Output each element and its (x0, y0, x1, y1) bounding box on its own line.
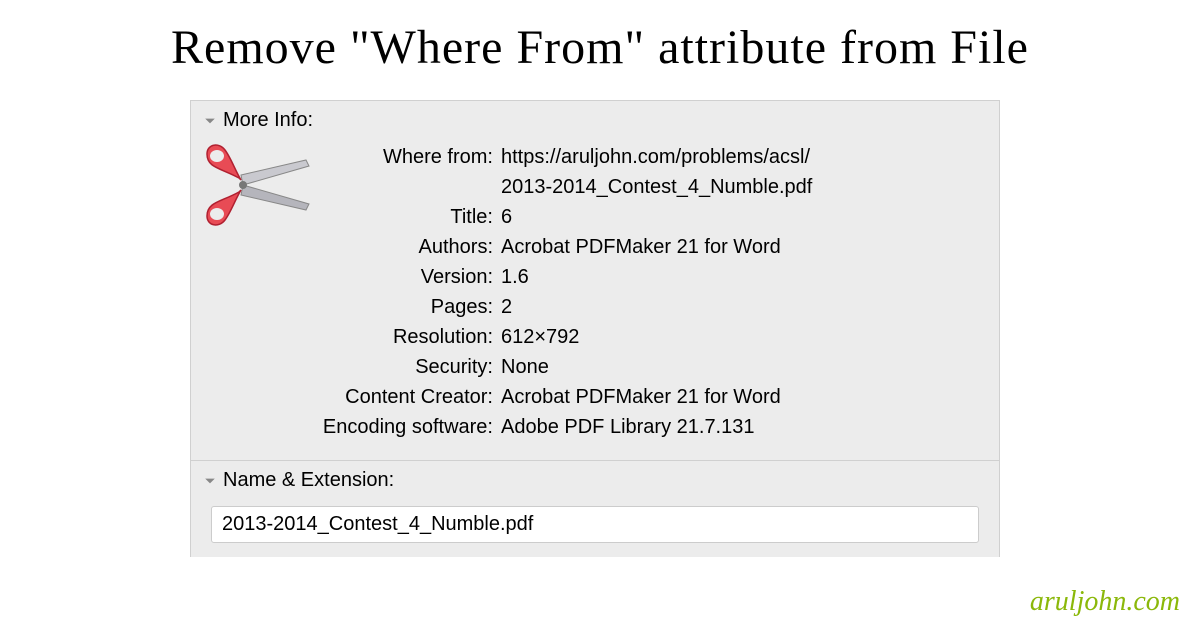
pages-value: 2 (501, 292, 979, 322)
info-row-authors: Authors: Acrobat PDFMaker 21 for Word (211, 232, 979, 262)
filename-input[interactable] (211, 506, 979, 543)
where-from-value-2: 2013-2014_Contest_4_Numble.pdf (501, 172, 979, 202)
content-creator-label: Content Creator: (211, 382, 501, 412)
encoding-software-label: Encoding software: (211, 412, 501, 442)
info-rows: Where from: https://aruljohn.com/problem… (191, 140, 999, 460)
more-info-label: More Info: (223, 109, 313, 132)
page-title: Remove "Where From" attribute from File (0, 0, 1200, 85)
info-row-version: Version: 1.6 (211, 262, 979, 292)
info-row-title: Title: 6 (211, 202, 979, 232)
scissors-icon (201, 140, 311, 240)
name-extension-label: Name & Extension: (223, 469, 394, 492)
content-creator-value: Acrobat PDFMaker 21 for Word (501, 382, 979, 412)
version-value: 1.6 (501, 262, 979, 292)
pages-label: Pages: (211, 292, 501, 322)
info-row-encoding-software: Encoding software: Adobe PDF Library 21.… (211, 412, 979, 442)
name-extension-header[interactable]: Name & Extension: (191, 461, 999, 500)
info-row-where-from-cont: 2013-2014_Contest_4_Numble.pdf (211, 172, 979, 202)
resolution-value: 612×792 (501, 322, 979, 352)
where-from-value-1: https://aruljohn.com/problems/acsl/ (501, 142, 979, 172)
title-value: 6 (501, 202, 979, 232)
watermark: aruljohn.com (1030, 586, 1180, 618)
info-row-pages: Pages: 2 (211, 292, 979, 322)
chevron-down-icon (203, 114, 217, 128)
resolution-label: Resolution: (211, 322, 501, 352)
more-info-header[interactable]: More Info: (191, 101, 999, 140)
security-label: Security: (211, 352, 501, 382)
info-panel: More Info: Where from: https://aruljohn.… (190, 100, 1000, 557)
info-row-security: Security: None (211, 352, 979, 382)
version-label: Version: (211, 262, 501, 292)
info-row-where-from: Where from: https://aruljohn.com/problem… (211, 142, 979, 172)
authors-value: Acrobat PDFMaker 21 for Word (501, 232, 979, 262)
name-extension-section: Name & Extension: (191, 460, 999, 557)
security-value: None (501, 352, 979, 382)
encoding-software-value: Adobe PDF Library 21.7.131 (501, 412, 979, 442)
info-row-resolution: Resolution: 612×792 (211, 322, 979, 352)
chevron-down-icon (203, 474, 217, 488)
info-row-content-creator: Content Creator: Acrobat PDFMaker 21 for… (211, 382, 979, 412)
